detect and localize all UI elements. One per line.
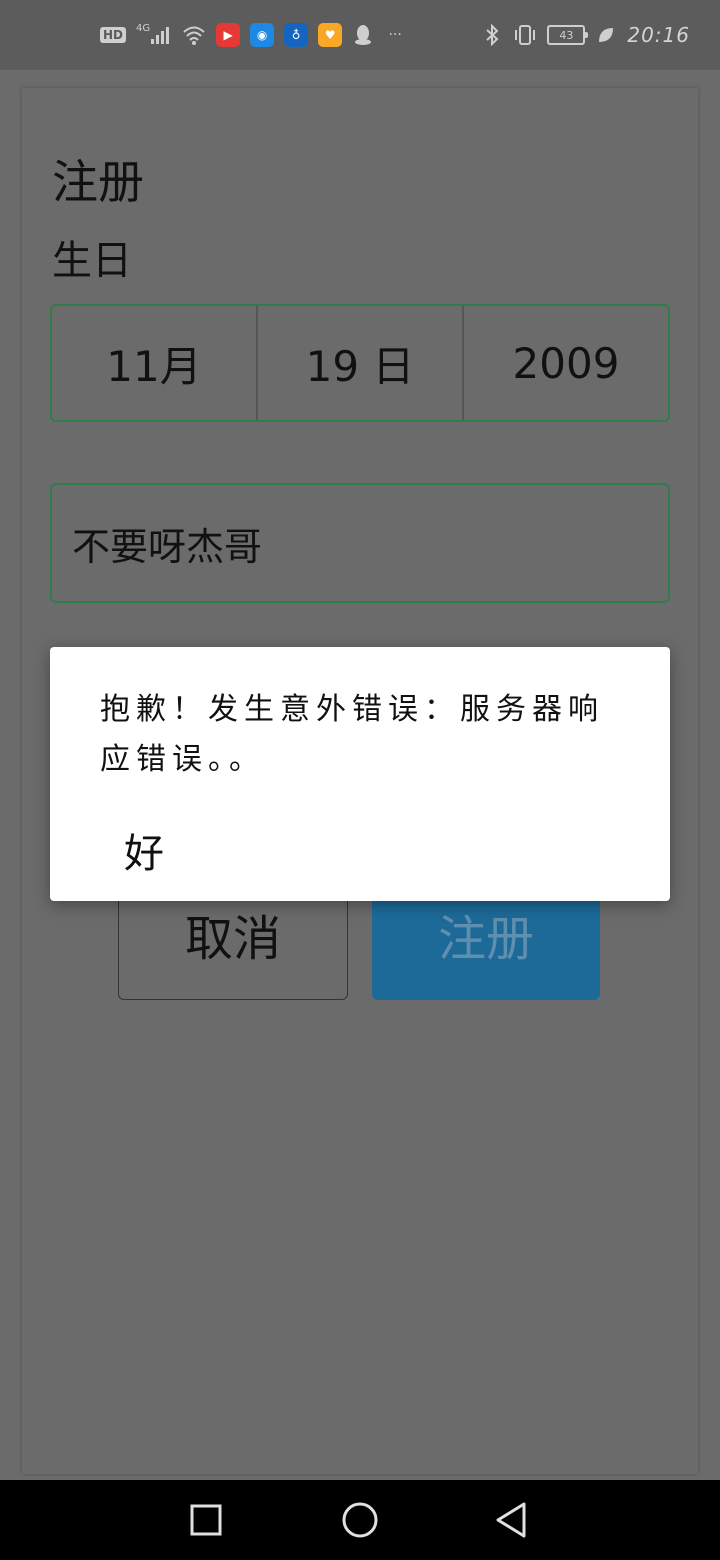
more-notifications-icon: ··· (388, 27, 402, 43)
dialog-message: 抱歉！发生意外错误：服务器响应错误。。 (100, 692, 604, 777)
hd-icon: HD (100, 27, 127, 43)
home-icon[interactable] (340, 1500, 380, 1540)
page-title: 注册 (52, 155, 144, 209)
signal-bars-icon (151, 27, 170, 44)
error-dialog: 抱歉！发生意外错误：服务器响应错误。。 好 (50, 647, 670, 901)
bulb-app-icon: ♁ (284, 23, 309, 47)
leaf-icon (595, 23, 617, 47)
month-picker[interactable]: 11月 (52, 306, 258, 420)
birthday-label: 生日 (52, 238, 132, 284)
wifi-icon (182, 23, 206, 47)
battery-icon: 43 (547, 25, 589, 45)
year-picker[interactable]: 2009 (464, 306, 668, 420)
status-right: 43 20:16 (481, 23, 690, 47)
day-picker[interactable]: 19 日 (258, 306, 464, 420)
qq-icon (352, 23, 374, 47)
name-input[interactable]: 不要呀杰哥 (50, 483, 670, 603)
recent-apps-icon[interactable] (186, 1500, 226, 1540)
vibrate-icon (513, 23, 537, 47)
navigation-bar (0, 1480, 720, 1560)
bluetooth-icon (481, 23, 503, 47)
status-bar: HD 4G ▶ ◉ ♁ ♥ ··· 43 20:16 (0, 0, 720, 70)
birthday-picker: 11月 19 日 2009 (50, 304, 670, 422)
broadcast-app-icon: ◉ (250, 23, 275, 47)
cellular-signal-icon: 4G (136, 23, 172, 47)
network-type-label: 4G (136, 23, 151, 34)
back-icon[interactable] (492, 1500, 532, 1540)
status-left: HD 4G ▶ ◉ ♁ ♥ ··· (100, 23, 406, 47)
video-app-icon: ▶ (216, 23, 241, 47)
dialog-ok-button[interactable]: 好 (116, 817, 172, 883)
battery-level: 43 (559, 28, 574, 42)
clock: 20:16 (627, 23, 690, 47)
heart-app-icon: ♥ (318, 23, 343, 47)
